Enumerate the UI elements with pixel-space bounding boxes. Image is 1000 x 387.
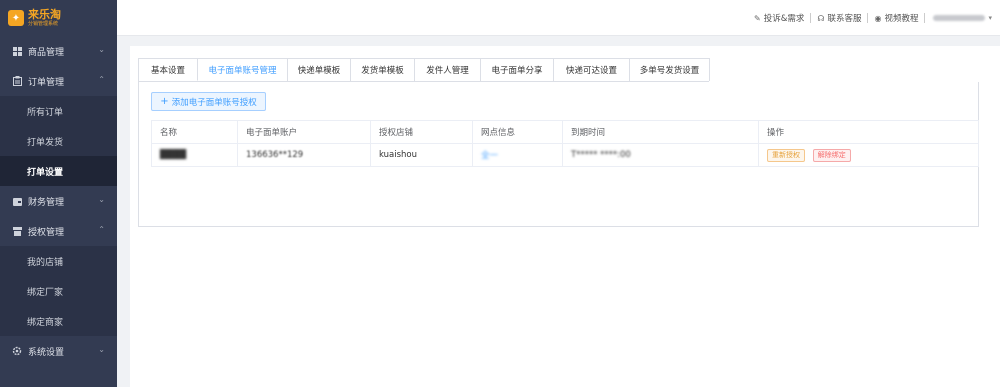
sidebar-item-all-orders[interactable]: 所有订单 <box>0 96 117 126</box>
grid-icon <box>12 46 22 56</box>
add-waybill-account-button[interactable]: + 添加电子面单账号授权 <box>151 92 266 111</box>
app-title: 来乐淘 <box>28 8 61 21</box>
clipboard-icon <box>12 76 22 86</box>
main-panel: 基本设置 电子面单账号管理 快递单模板 发货单模板 发件人管理 电子面单分享 快… <box>130 46 1000 387</box>
sidebar-item-print-settings[interactable]: 打单设置 <box>0 156 117 186</box>
logo-icon: ✦ <box>8 10 24 26</box>
menu-system-label: 系统设置 <box>28 347 65 358</box>
account-value: 136636**129 <box>246 150 304 160</box>
user-menu[interactable] <box>933 15 986 21</box>
cell-outlet[interactable]: 全一 <box>472 143 563 167</box>
accounts-table: 名称 电子面单账户 授权店铺 网点信息 到期时间 操作 ████ 136636*… <box>151 120 979 167</box>
sidebar-item-bind-merchant[interactable]: 绑定商家 <box>0 306 117 336</box>
tab-delivery-template[interactable]: 发货单模板 <box>350 58 415 81</box>
outlet-link[interactable]: 全一 <box>481 151 498 161</box>
table-row: ████ 136636**129 kuaishou 全一 T***** ****… <box>151 143 979 167</box>
tab-content: + 添加电子面单账号授权 名称 电子面单账户 授权店铺 网点信息 到期时间 操作… <box>138 82 979 227</box>
tab-waybill-accounts[interactable]: 电子面单账号管理 <box>197 58 288 81</box>
tab-bar: 基本设置 电子面单账号管理 快递单模板 发货单模板 发件人管理 电子面单分享 快… <box>138 58 710 82</box>
chevron-down-icon: ⌄ <box>98 345 105 354</box>
top-header: ✎ 投诉&需求 ☊ 联系客服 ◉ 视频教程 ▾ <box>117 0 1000 36</box>
tab-multi-tracking[interactable]: 多单号发货设置 <box>629 58 710 81</box>
add-button-label: 添加电子面单账号授权 <box>171 97 257 108</box>
shop-icon <box>12 226 22 236</box>
chevron-up-icon: ⌃ <box>98 75 105 84</box>
chevron-up-icon: ⌃ <box>98 225 105 234</box>
complaint-link[interactable]: ✎ 投诉&需求 <box>748 12 810 25</box>
app-subtitle: 分销管理系统 <box>28 21 59 27</box>
sidebar-item-print-ship[interactable]: 打单发货 <box>0 126 117 156</box>
wallet-icon <box>12 196 22 206</box>
chevron-down-icon: ⌄ <box>98 45 105 54</box>
sidebar: ✦ 来乐淘 分销管理系统 商品管理 ⌄ 订单管理 ⌃ 所有订单 打单发货 打单设… <box>0 0 117 387</box>
divider <box>924 13 926 23</box>
menu-auth[interactable]: 授权管理 ⌃ <box>0 216 117 246</box>
headset-icon: ☊ <box>817 13 825 23</box>
menu-finance[interactable]: 财务管理 ⌄ <box>0 186 117 216</box>
menu-finance-label: 财务管理 <box>28 197 65 208</box>
plus-icon: + <box>160 96 169 107</box>
col-outlet: 网点信息 <box>472 120 563 144</box>
name-value: ████ <box>160 150 187 160</box>
cell-actions: 重新授权 解除绑定 <box>758 143 979 167</box>
tab-express-template[interactable]: 快递单模板 <box>287 58 351 81</box>
reauthorize-button[interactable]: 重新授权 <box>767 148 805 162</box>
col-actions: 操作 <box>758 120 979 144</box>
edit-icon: ✎ <box>754 13 761 23</box>
expire-value: T***** ****:00 <box>571 150 631 160</box>
gear-icon <box>12 346 22 356</box>
cell-shop: kuaishou <box>370 143 473 167</box>
tab-reachable-settings[interactable]: 快递可达设置 <box>553 58 630 81</box>
sidebar-item-bind-factory[interactable]: 绑定厂家 <box>0 276 117 306</box>
col-shop: 授权店铺 <box>370 120 473 144</box>
unbind-button[interactable]: 解除绑定 <box>812 148 851 162</box>
col-expire: 到期时间 <box>562 120 759 144</box>
menu-system[interactable]: 系统设置 ⌄ <box>0 336 117 366</box>
support-link[interactable]: ☊ 联系客服 <box>811 12 867 25</box>
menu-orders[interactable]: 订单管理 ⌃ <box>0 66 117 96</box>
cell-expire: T***** ****:00 <box>562 143 759 167</box>
tab-sender-management[interactable]: 发件人管理 <box>414 58 481 81</box>
tab-waybill-share[interactable]: 电子面单分享 <box>480 58 554 81</box>
menu-goods[interactable]: 商品管理 ⌄ <box>0 36 117 66</box>
menu-goods-label: 商品管理 <box>28 47 65 58</box>
menu-orders-label: 订单管理 <box>28 77 65 88</box>
col-account: 电子面单账户 <box>237 120 371 144</box>
support-label: 联系客服 <box>827 14 862 24</box>
col-name: 名称 <box>151 120 238 144</box>
chevron-down-icon: ⌄ <box>98 195 105 204</box>
menu-auth-label: 授权管理 <box>28 227 65 238</box>
tab-basic-settings[interactable]: 基本设置 <box>138 58 198 81</box>
cell-name: ████ <box>151 143 238 167</box>
video-label: 视频教程 <box>884 14 919 24</box>
video-link[interactable]: ◉ 视频教程 <box>868 12 924 25</box>
logo[interactable]: ✦ 来乐淘 分销管理系统 <box>0 0 117 36</box>
sidebar-item-my-shops[interactable]: 我的店铺 <box>0 246 117 276</box>
table-header-row: 名称 电子面单账户 授权店铺 网点信息 到期时间 操作 <box>151 120 979 144</box>
complaint-label: 投诉&需求 <box>763 14 805 24</box>
play-icon: ◉ <box>874 13 882 23</box>
cell-account: 136636**129 <box>237 143 371 167</box>
chevron-down-icon: ▾ <box>988 14 992 22</box>
